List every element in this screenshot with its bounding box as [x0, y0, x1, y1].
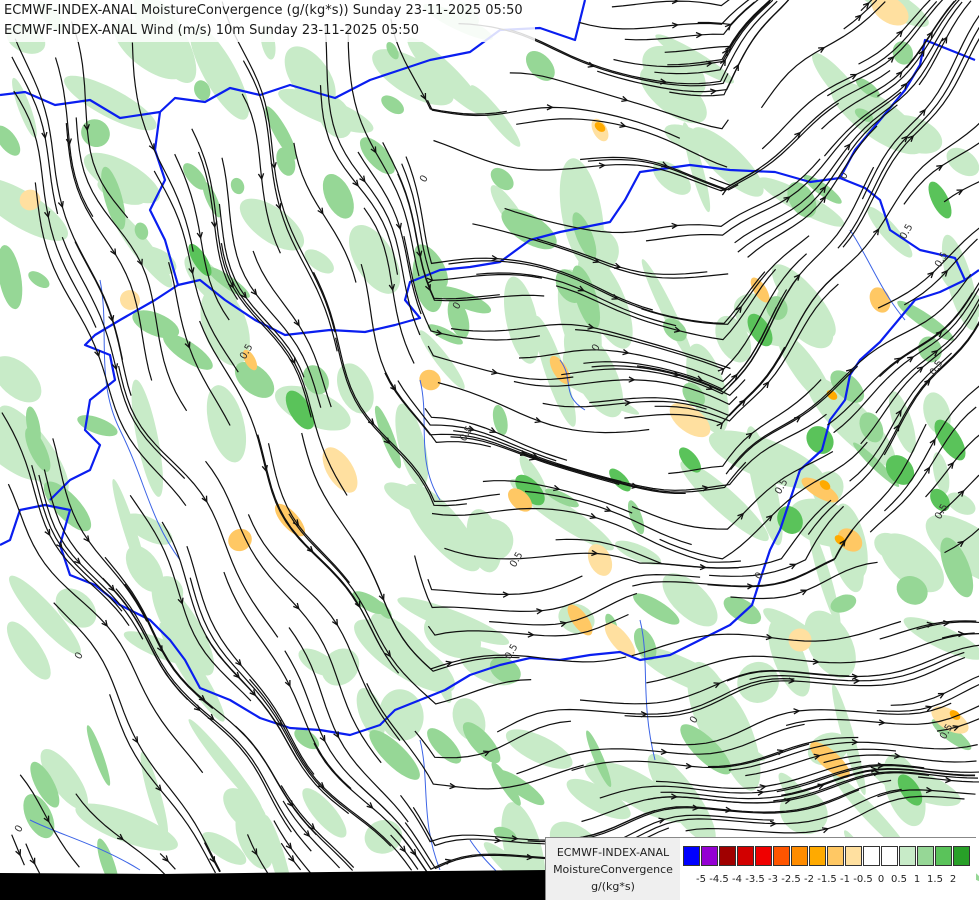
legend-tick-label: 0.5 [891, 874, 907, 885]
legend-tick-labels: -5 -4.5 -4 -3.5 -3 -2.5 -2 -1.5 -1 -0.5 0 0.5 1 1.5 2 [683, 874, 973, 890]
legend-tick-label: -4 [732, 874, 742, 885]
legend-units: g/(kg*s) [591, 880, 635, 893]
legend-tick-label: 1.5 [927, 874, 943, 885]
legend-variable-name: MoistureConvergence [553, 863, 673, 876]
color-legend: ECMWF-INDEX-ANAL MoistureConvergence g/(… [545, 837, 976, 900]
legend-swatch [773, 846, 790, 866]
legend-tick-label: -2 [804, 874, 814, 885]
legend-swatch [827, 846, 844, 866]
legend-tick-label: -2.5 [781, 874, 801, 885]
legend-swatch [917, 846, 934, 866]
legend-swatch [701, 846, 718, 866]
bottom-dark-strip [0, 870, 548, 900]
title-overlay: ECMWF-INDEX-ANAL MoistureConvergence (g/… [0, 0, 535, 42]
legend-swatch [755, 846, 772, 866]
map-canvas: 0 0 0 0 0 0 0 0.5 0.5 0.5 0.5 0.5 0.5 0.5 0.5 0.5 0.5 0 E… [0, 0, 979, 900]
legend-swatch [719, 846, 736, 866]
legend-tick-label: -5 [696, 874, 706, 885]
legend-swatch [809, 846, 826, 866]
legend-swatch [845, 846, 862, 866]
legend-swatch [683, 846, 700, 866]
title-moisture-convergence: ECMWF-INDEX-ANAL MoistureConvergence (g/… [4, 3, 523, 18]
title-wind: ECMWF-INDEX-ANAL Wind (m/s) 10m Sunday 2… [4, 23, 420, 38]
legend-swatch [791, 846, 808, 866]
legend-tick-label: 2 [949, 874, 957, 885]
legend-swatch [935, 846, 952, 866]
legend-swatch [953, 846, 970, 866]
legend-tick-label: -0.5 [853, 874, 873, 885]
legend-model-name: ECMWF-INDEX-ANAL [556, 846, 670, 859]
legend-tick-label: -4.5 [709, 874, 729, 885]
legend-tick-label: -1.5 [817, 874, 837, 885]
legend-caption: ECMWF-INDEX-ANAL MoistureConvergence g/(… [546, 838, 680, 900]
legend-tick-label: 1 [913, 874, 921, 885]
legend-swatch [881, 846, 898, 866]
legend-swatch [863, 846, 880, 866]
legend-swatch [899, 846, 916, 866]
map-svg: 00000000.50.50.50.50.50.50.50.50.50.50 [0, 0, 979, 900]
legend-tick-label: -3.5 [745, 874, 765, 885]
legend-tick-label: 0 [877, 874, 885, 885]
legend-tick-label: -1 [840, 874, 850, 885]
legend-tick-label: -3 [768, 874, 778, 885]
legend-swatch [737, 846, 754, 866]
